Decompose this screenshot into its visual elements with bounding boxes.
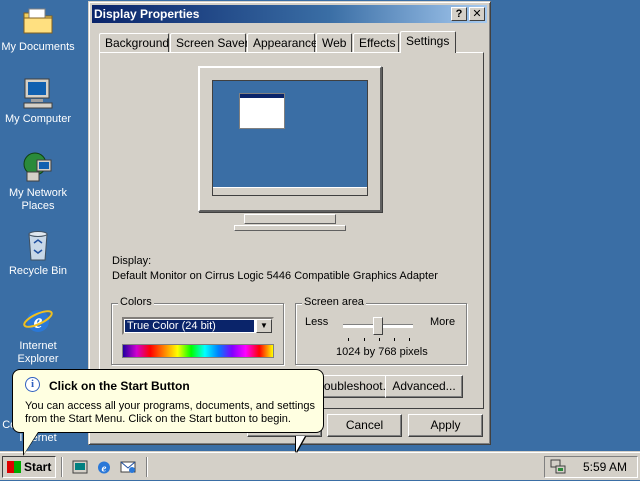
display-value: Default Monitor on Cirrus Logic 5446 Com…: [112, 270, 438, 282]
screen-area-group-title: Screen area: [302, 296, 366, 308]
colors-group-title: Colors: [118, 296, 154, 308]
desktop-icon-label: Internet Explorer: [17, 340, 59, 365]
svg-text:e: e: [102, 463, 107, 475]
desktop-icon-label: My Computer: [4, 113, 72, 125]
outlook-express-icon[interactable]: [120, 459, 136, 475]
desktop-icon-label: Recycle Bin: [8, 265, 68, 277]
taskbar: Start e 5:59 AM: [0, 452, 640, 480]
windows-logo-icon: [7, 461, 21, 473]
tab-settings[interactable]: Settings: [400, 31, 456, 53]
system-tray: 5:59 AM: [544, 456, 638, 478]
show-desktop-icon[interactable]: [72, 459, 88, 475]
balloon-title: Click on the Start Button: [49, 379, 190, 393]
taskbar-separator: [146, 457, 148, 477]
balloon-body: You can access all your programs, docume…: [25, 400, 316, 425]
taskbar-separator: [61, 457, 63, 477]
apply-button[interactable]: Apply: [408, 414, 483, 437]
advanced-button[interactable]: Advanced...: [385, 375, 463, 398]
internet-explorer-icon: e: [21, 303, 55, 337]
computer-icon: [21, 76, 55, 110]
tab-screen-saver[interactable]: Screen Saver: [170, 33, 249, 52]
monitor-preview: [198, 66, 382, 212]
desktop-icon-label: My Network Places: [8, 187, 68, 212]
desktop-icon-my-network-places[interactable]: My Network Places: [0, 150, 76, 213]
slider-tick: [394, 338, 395, 341]
network-places-icon: [21, 150, 55, 184]
colors-select[interactable]: True Color (24 bit) ▼: [122, 317, 274, 335]
screen-area-group: Screen area Less More 1024 by 768 pixels: [295, 296, 467, 365]
slider-tick: [409, 338, 410, 341]
chevron-down-icon[interactable]: ▼: [256, 319, 272, 333]
mouse-cursor: [296, 436, 305, 452]
resolution-slider-thumb[interactable]: [373, 317, 383, 335]
monitor-screen: [212, 80, 368, 196]
resolution-value: 1024 by 768 pixels: [336, 346, 428, 358]
balloon-tail: [24, 432, 38, 454]
colors-selected-value: True Color (24 bit): [125, 320, 254, 332]
network-tray-icon[interactable]: [550, 459, 566, 481]
monitor-stand: [244, 214, 336, 224]
start-label: Start: [24, 460, 52, 474]
slider-tick: [348, 338, 349, 341]
desktop-icon-my-documents[interactable]: My Documents: [0, 4, 76, 54]
start-button[interactable]: Start: [2, 456, 56, 478]
colors-group: Colors True Color (24 bit) ▼: [111, 296, 284, 365]
display-label: Display:: [112, 255, 152, 267]
monitor-base: [234, 225, 346, 231]
tab-effects[interactable]: Effects: [353, 33, 399, 52]
color-spectrum-bar: [122, 344, 274, 358]
less-label: Less: [305, 316, 329, 328]
help-button[interactable]: ?: [451, 7, 467, 21]
desktop-icon-internet-explorer[interactable]: e Internet Explorer: [0, 303, 76, 366]
desktop-icon-label: My Documents: [1, 41, 75, 53]
clock[interactable]: 5:59 AM: [583, 457, 627, 477]
mini-window: [239, 93, 285, 129]
tab-web[interactable]: Web: [316, 33, 352, 52]
slider-tick: [364, 338, 365, 341]
tab-appearance[interactable]: Appearance: [247, 33, 318, 52]
desktop-icon-recycle-bin[interactable]: Recycle Bin: [0, 228, 76, 278]
slider-tick: [379, 338, 380, 341]
cancel-button[interactable]: Cancel: [327, 414, 402, 437]
title-bar[interactable]: Display Properties ? ✕: [92, 5, 487, 23]
tab-background[interactable]: Background: [99, 33, 169, 52]
more-label: More: [430, 316, 456, 328]
close-button[interactable]: ✕: [469, 7, 485, 21]
window-title: Display Properties: [94, 7, 200, 21]
desktop-icon-my-computer[interactable]: My Computer: [0, 76, 76, 126]
start-balloon-tooltip[interactable]: i Click on the Start Button You can acce…: [12, 369, 324, 433]
folder-documents-icon: [21, 4, 55, 38]
mini-taskbar: [213, 187, 367, 195]
info-icon: i: [25, 377, 40, 392]
recycle-bin-icon: [21, 228, 55, 262]
internet-explorer-icon[interactable]: e: [96, 459, 112, 475]
